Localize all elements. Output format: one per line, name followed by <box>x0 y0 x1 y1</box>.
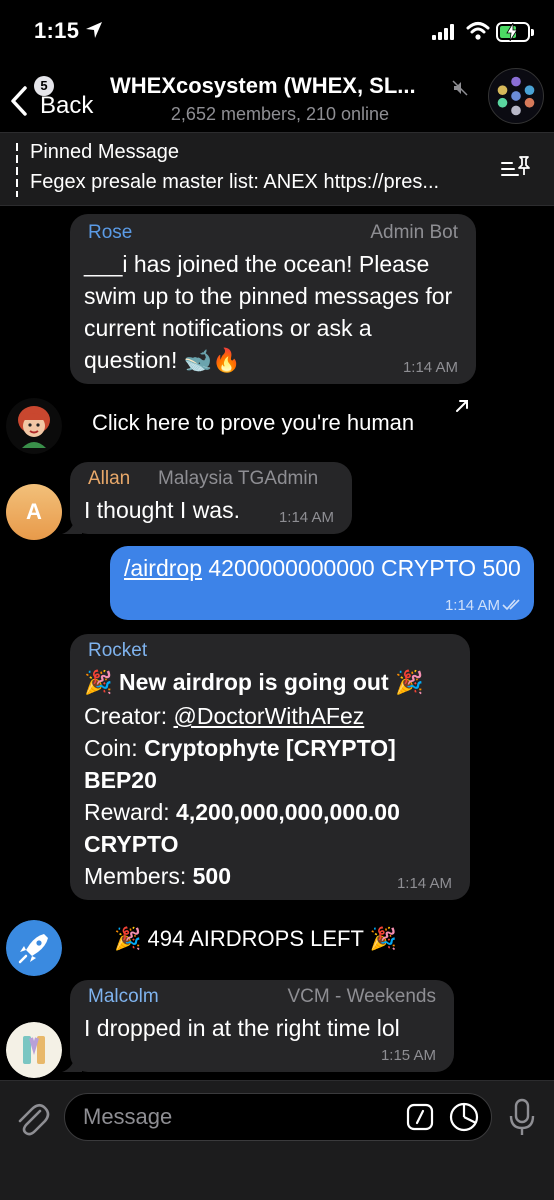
chat-title[interactable]: WHEXcosystem (WHEX, SL... <box>110 73 460 99</box>
message-text: /airdrop 4200000000000 CRYPTO 500 <box>124 552 528 584</box>
pin-list-icon[interactable] <box>500 155 532 183</box>
rocket-avatar[interactable] <box>6 920 62 976</box>
bot-avatar[interactable] <box>6 398 62 454</box>
avatar[interactable]: A <box>6 484 62 540</box>
pinned-indicator <box>16 143 18 197</box>
airdrop-coin: Coin: Cryptophyte [CRYPTO] BEP20 <box>84 732 464 796</box>
paperclip-icon[interactable] <box>14 1099 50 1139</box>
message-time: 1:14 AM <box>402 359 458 376</box>
pinned-message-bar[interactable]: Pinned Message Fegex presale master list… <box>0 132 554 206</box>
airdrop-headline: 🎉 New airdrop is going out 🎉 <box>84 669 424 695</box>
pinned-text: Fegex presale master list: ANEX https://… <box>30 171 440 193</box>
creator-label: Creator: <box>84 703 174 729</box>
status-time: 1:15 <box>34 18 80 43</box>
verify-human-button[interactable]: Click here to prove you're human <box>92 410 414 436</box>
message-text: ___i has joined the ocean! Please swim u… <box>84 251 453 373</box>
compose-bar <box>0 1080 554 1200</box>
back-label: Back <box>40 92 94 119</box>
battery-icon <box>496 22 534 42</box>
coin-label: Coin: <box>84 735 145 761</box>
creator-link[interactable]: @DoctorWithAFez <box>173 703 364 729</box>
location-arrow-icon <box>86 22 102 38</box>
message-time: 1:14 AM <box>278 509 334 526</box>
message-text: I thought I was. <box>84 497 240 523</box>
message-text: I dropped in at the right time lol <box>84 1015 400 1041</box>
external-link-icon <box>456 400 468 412</box>
back-button[interactable]: 5 Back <box>8 72 108 122</box>
airdrops-left-notice: 🎉 494 AIRDROPS LEFT 🎉 <box>114 926 398 951</box>
status-bar: 1:15 <box>0 0 554 64</box>
chat-subtitle: 2,652 members, 210 online <box>170 104 390 124</box>
airdrop-reward: Reward: 4,200,000,000,000.00 CRYPTO <box>84 796 464 860</box>
message-bubble-outgoing[interactable]: /airdrop 4200000000000 CRYPTO 500 1:14 A… <box>110 546 534 620</box>
message-bubble[interactable]: Malcolm VCM - Weekends I dropped in at t… <box>70 980 454 1072</box>
cellular-signal-icon <box>432 24 454 40</box>
group-avatar[interactable] <box>488 68 544 124</box>
message-time: 1:14 AM <box>396 875 452 892</box>
message-bubble[interactable]: Rocket 🎉 New airdrop is going out 🎉 Crea… <box>70 634 470 900</box>
avatar[interactable] <box>6 1022 62 1078</box>
message-time: 1:15 AM <box>380 1047 436 1064</box>
chevron-left-icon <box>11 86 27 116</box>
airdrop-members: Members: 500 <box>84 860 231 892</box>
message-time: 1:14 AM <box>444 597 500 614</box>
members-label: Members: <box>84 863 193 889</box>
microphone-icon[interactable] <box>508 1098 536 1138</box>
members-value: 500 <box>192 863 232 889</box>
sender-name[interactable]: Allan <box>88 468 130 490</box>
sender-name[interactable]: Malcolm <box>88 986 159 1008</box>
bot-commands-icon[interactable] <box>406 1103 434 1131</box>
command-link[interactable]: /airdrop <box>124 555 202 581</box>
sender-name[interactable]: Rose <box>88 222 132 244</box>
read-checkmarks-icon <box>502 599 520 611</box>
command-args: 4200000000000 CRYPTO 500 <box>201 555 521 581</box>
reward-label: Reward: <box>84 799 177 825</box>
pinned-title: Pinned Message <box>30 141 179 163</box>
sticker-icon[interactable] <box>448 1101 480 1133</box>
airdrop-creator: Creator: @DoctorWithAFez <box>84 700 364 732</box>
sender-name[interactable]: Rocket <box>88 640 147 662</box>
sender-role: Admin Bot <box>370 222 458 243</box>
sender-role: Malaysia TGAdmin <box>158 468 319 489</box>
message-bubble[interactable]: Allan Malaysia TGAdmin I thought I was. … <box>70 462 352 534</box>
muted-speaker-icon <box>452 80 468 96</box>
message-bubble[interactable]: Rose Admin Bot ___i has joined the ocean… <box>70 214 476 384</box>
wifi-icon <box>466 22 490 40</box>
sender-role: VCM - Weekends <box>287 986 436 1007</box>
chat-header: 5 Back WHEXcosystem (WHEX, SL... 2,652 m… <box>0 64 554 132</box>
